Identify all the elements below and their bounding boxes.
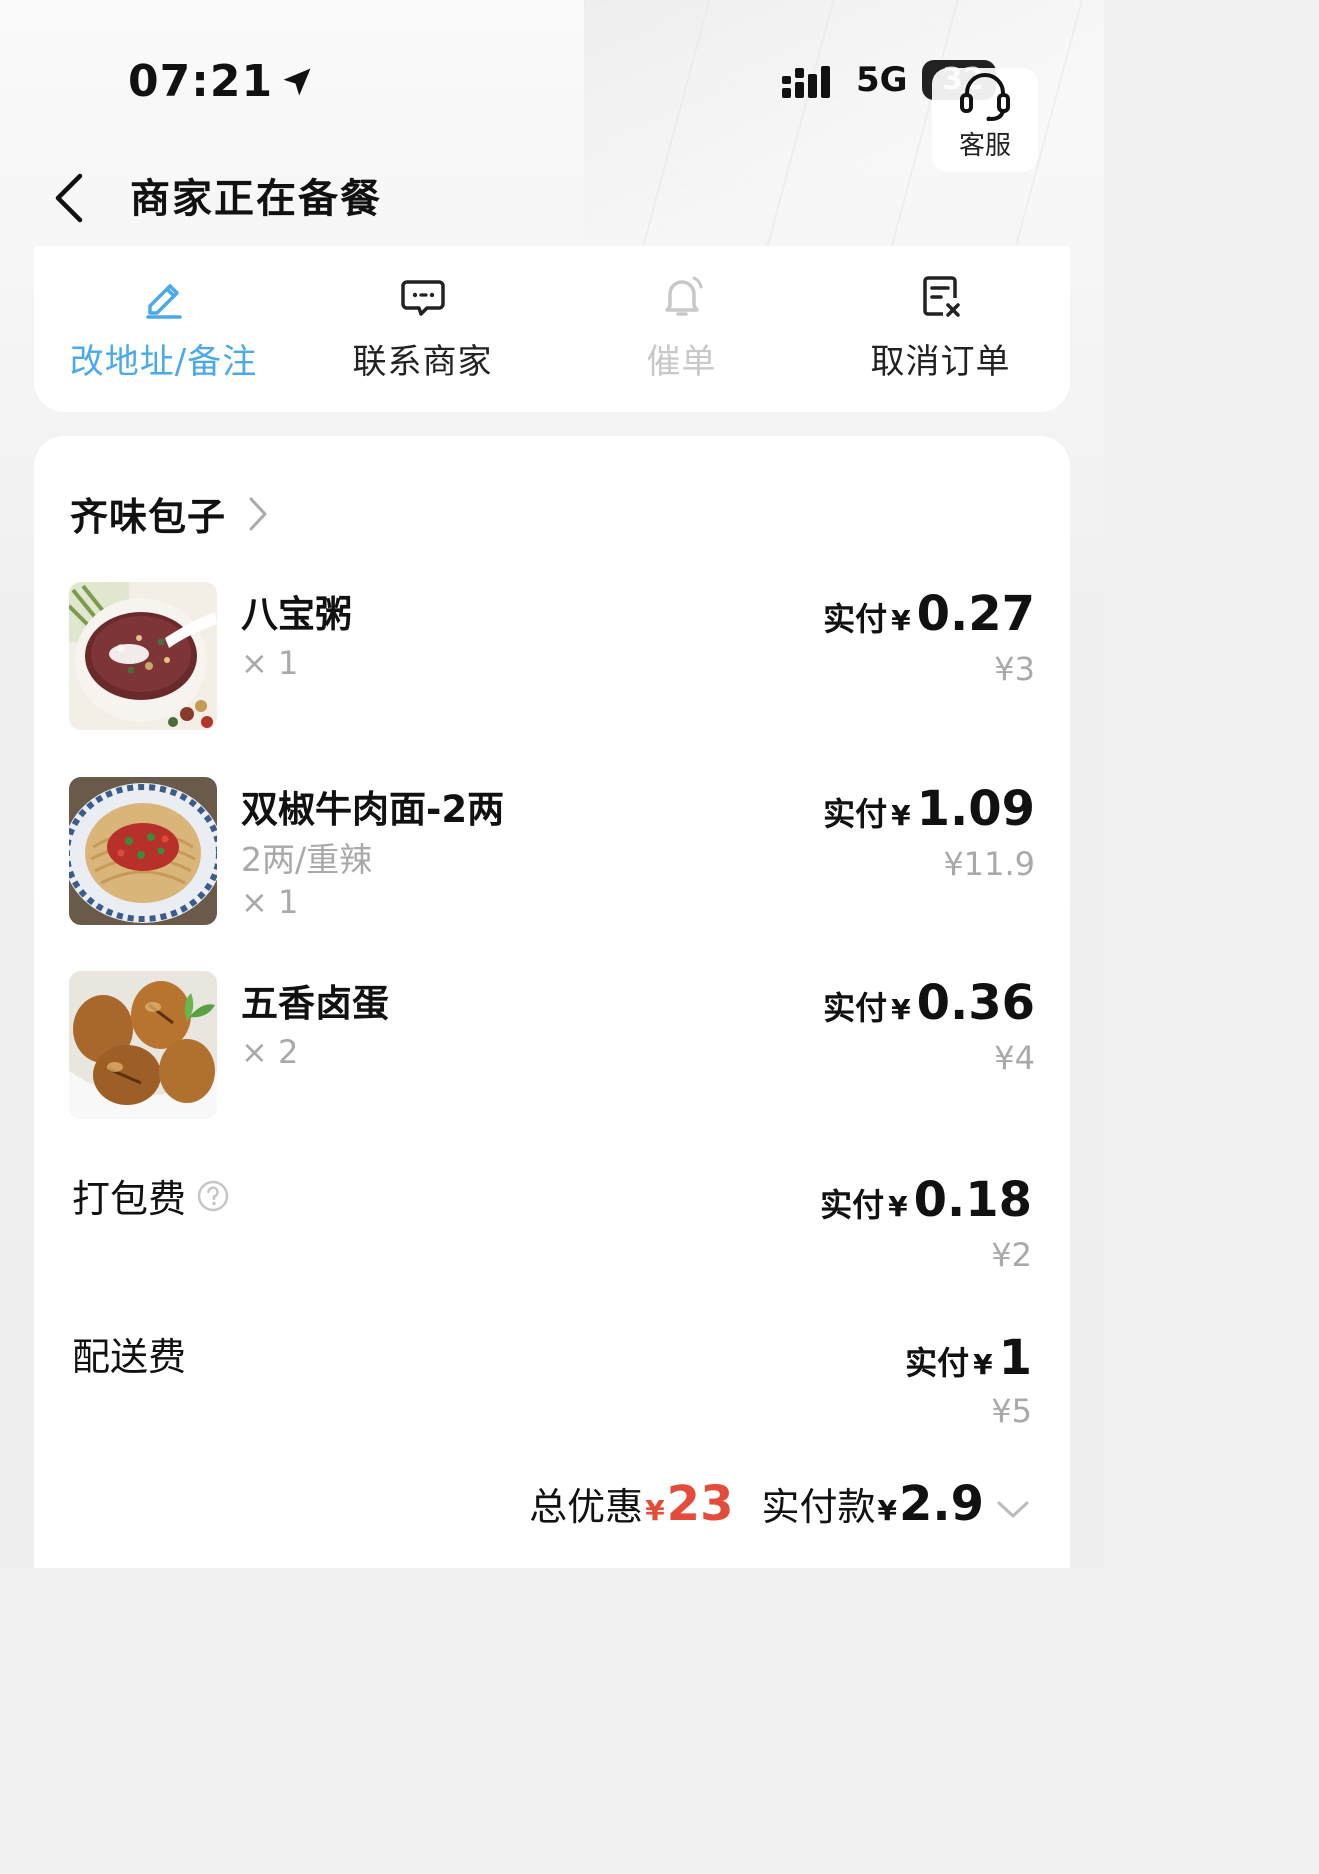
order-item[interactable]: 双椒牛肉面-2两 2两/重辣 × 1 实付 ¥ 1.09 ¥11.9 xyxy=(69,777,1035,925)
item-thumbnail-noodles xyxy=(69,777,217,925)
location-arrow-icon xyxy=(283,68,311,95)
paid-amount: 0.27 xyxy=(916,586,1035,642)
shop-name: 齐味包子 xyxy=(70,495,227,539)
item-quantity: × 1 xyxy=(241,644,299,682)
fee-paid-price: 实付 ¥ 0.18 xyxy=(820,1172,1032,1228)
fee-name: 配送费 xyxy=(72,1326,186,1381)
paid-label: 实付 xyxy=(823,600,888,638)
item-original-price: ¥3 xyxy=(994,650,1035,688)
change-address-label: 改地址/备注 xyxy=(69,342,258,382)
item-thumbnail-eggs xyxy=(69,971,217,1119)
paid-label: 实付 xyxy=(823,795,888,833)
chevron-right-icon xyxy=(249,497,267,530)
customer-service-label: 客服 xyxy=(958,131,1011,161)
item-original-price: ¥11.9 xyxy=(943,845,1035,883)
order-item[interactable]: 八宝粥 × 1 实付 ¥ 0.27 ¥3 xyxy=(69,582,1035,730)
cancel-order-button[interactable]: 取消订单 xyxy=(811,246,1070,412)
paid-amount: 1.09 xyxy=(916,781,1035,837)
network-type: 5G xyxy=(856,60,908,100)
fee-name-text: 配送费 xyxy=(72,1335,187,1379)
item-name: 八宝粥 xyxy=(241,593,352,636)
item-thumbnail-porridge xyxy=(69,582,217,730)
fee-paid-price: 实付 ¥ 1 xyxy=(905,1330,1032,1386)
fee-name: 打包费 xyxy=(72,1168,230,1223)
signal-icon xyxy=(782,66,830,98)
header: 商家正在备餐 xyxy=(0,160,1104,230)
paid-amount: 1 xyxy=(998,1330,1032,1386)
total-discount-amount: 23 xyxy=(666,1476,734,1532)
cancel-order-icon xyxy=(922,276,960,317)
paid-amount: 0.18 xyxy=(913,1172,1032,1228)
shop-link[interactable]: 齐味包子 xyxy=(70,486,268,541)
bell-icon xyxy=(664,276,702,316)
order-card: 齐味包子 八宝粥 × 1 实付 ¥ 0.27 ¥3 双椒牛肉面-2两 2两/重辣… xyxy=(34,436,1070,1568)
paid-currency: ¥ xyxy=(973,1348,993,1381)
fee-name-text: 打包费 xyxy=(72,1177,187,1221)
item-quantity: × 1 xyxy=(241,883,299,921)
item-paid-price: 实付 ¥ 0.36 xyxy=(823,975,1035,1031)
item-quantity: × 2 xyxy=(241,1033,299,1071)
packaging-fee-row: 打包费 实付 ¥ 0.18 ¥2 xyxy=(72,1168,1032,1278)
paid-amount: 0.36 xyxy=(916,975,1035,1031)
paid-label: 实付 xyxy=(823,989,888,1027)
question-circle-icon[interactable] xyxy=(196,1179,230,1213)
item-original-price: ¥4 xyxy=(994,1039,1035,1077)
total-paid-label: 实付款 xyxy=(761,1485,876,1529)
urge-order-label: 催单 xyxy=(646,342,717,382)
total-paid-amount: 2.9 xyxy=(898,1476,984,1532)
paid-currency: ¥ xyxy=(891,993,911,1026)
customer-service-button[interactable]: 客服 xyxy=(932,68,1038,172)
total-discount-currency: ¥ xyxy=(645,1494,665,1527)
chevron-down-icon[interactable] xyxy=(996,1500,1030,1520)
paid-label: 实付 xyxy=(905,1344,970,1382)
delivery-fee-row: 配送费 实付 ¥ 1 ¥5 xyxy=(72,1326,1032,1436)
status-time-text: 07:21 xyxy=(128,56,274,107)
order-action-bar: 改地址/备注 联系商家 催单 取消订单 xyxy=(34,246,1070,412)
total-discount-label: 总优惠 xyxy=(529,1485,644,1529)
back-icon[interactable] xyxy=(46,170,96,226)
edit-icon xyxy=(145,284,182,319)
item-paid-price: 实付 ¥ 0.27 xyxy=(823,586,1035,642)
item-spec: 2两/重辣 xyxy=(241,840,373,879)
paid-currency: ¥ xyxy=(888,1190,908,1223)
contact-merchant-label: 联系商家 xyxy=(352,342,493,382)
paid-currency: ¥ xyxy=(891,799,911,832)
item-paid-price: 实付 ¥ 1.09 xyxy=(823,781,1035,837)
order-item[interactable]: 五香卤蛋 × 2 实付 ¥ 0.36 ¥4 xyxy=(69,971,1035,1119)
order-total-summary[interactable]: 总优惠 ¥ 23 实付款 ¥ 2.9 xyxy=(529,1476,1030,1532)
change-address-button[interactable]: 改地址/备注 xyxy=(34,246,293,412)
contact-merchant-button[interactable]: 联系商家 xyxy=(293,246,552,412)
chat-icon xyxy=(400,280,445,316)
paid-label: 实付 xyxy=(820,1186,885,1224)
cancel-order-label: 取消订单 xyxy=(870,342,1011,382)
fee-original-price: ¥5 xyxy=(991,1392,1032,1430)
total-paid-currency: ¥ xyxy=(877,1494,897,1527)
paid-currency: ¥ xyxy=(891,604,911,637)
item-name: 双椒牛肉面-2两 xyxy=(241,788,505,831)
status-time: 07:21 xyxy=(128,56,315,107)
item-name: 五香卤蛋 xyxy=(241,982,389,1025)
urge-order-button[interactable]: 催单 xyxy=(552,246,811,412)
fee-original-price: ¥2 xyxy=(991,1236,1032,1274)
order-detail-page: 07:21 5G 32 客服 xyxy=(0,0,1104,1568)
headset-icon xyxy=(960,73,1010,121)
page-title: 商家正在备餐 xyxy=(130,176,382,222)
